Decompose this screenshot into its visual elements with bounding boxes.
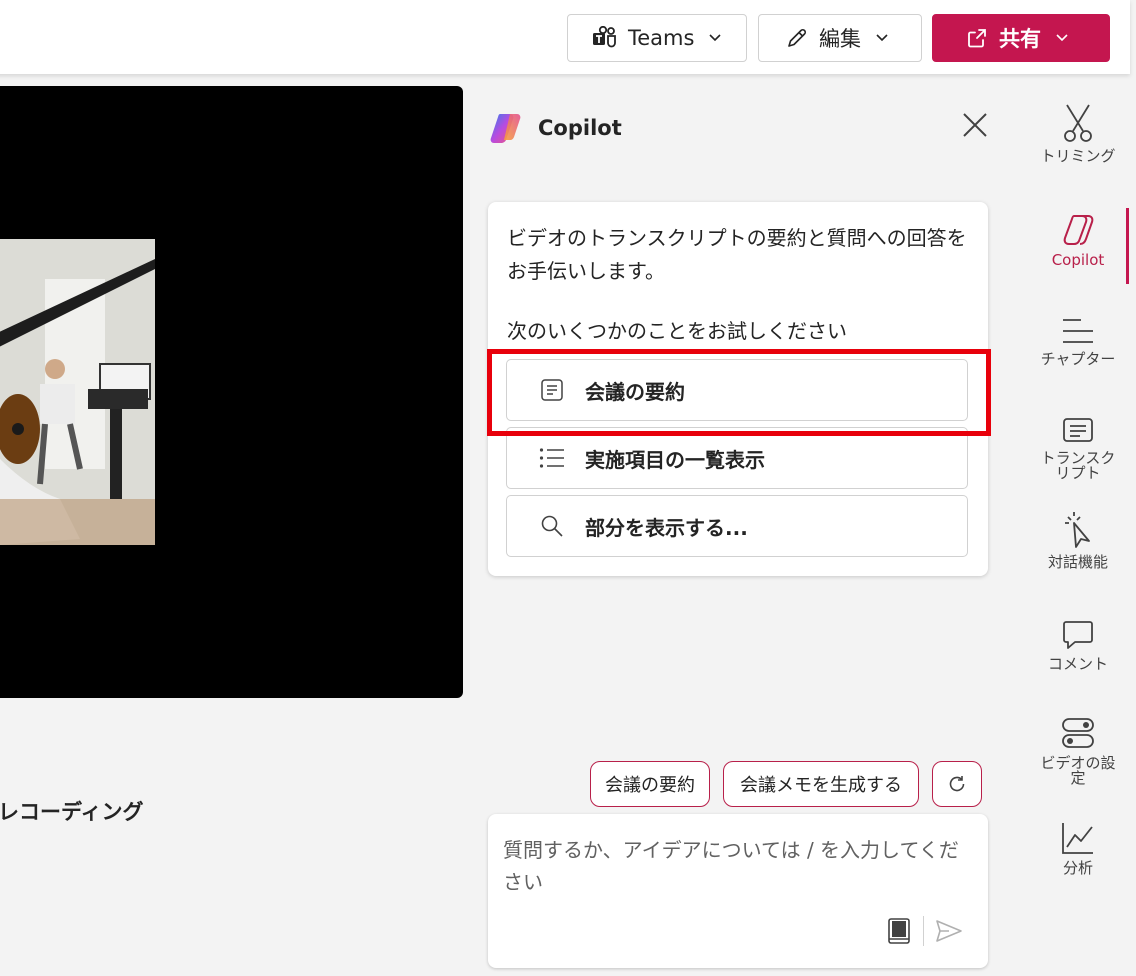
rail-item-analytics[interactable]: 分析: [1032, 815, 1124, 876]
rail-label: コメント: [1047, 655, 1108, 673]
rail-item-copilot[interactable]: Copilot: [1032, 207, 1124, 268]
refresh-prompts-button[interactable]: [932, 761, 982, 807]
chevron-down-icon: [875, 33, 889, 43]
send-icon: [935, 919, 963, 943]
transcript-icon: [1062, 405, 1094, 445]
close-panel-button[interactable]: [960, 110, 990, 140]
edit-label: 編集: [819, 27, 861, 51]
refresh-icon: [947, 774, 967, 794]
analytics-icon: [1061, 815, 1095, 855]
chip-generate-meeting-notes[interactable]: 会議メモを生成する: [723, 761, 919, 807]
rail-label: Copilot: [1051, 251, 1105, 269]
composer-divider: [923, 916, 924, 946]
video-settings-icon: [1061, 710, 1095, 750]
rail-item-video-settings[interactable]: ビデオの設定: [1032, 710, 1124, 786]
chip-meeting-summary[interactable]: 会議の要約: [590, 761, 710, 807]
bulleted-list-icon: [539, 447, 565, 469]
video-frame-image: [0, 239, 155, 545]
chevron-down-icon: [708, 33, 722, 43]
rail-item-interactivity[interactable]: 対話機能: [1032, 509, 1124, 570]
rail-label: ビデオの設定: [1040, 754, 1116, 787]
video-player[interactable]: [0, 86, 463, 698]
rail-item-trim[interactable]: トリミング: [1032, 103, 1124, 164]
copilot-logo-icon: [488, 110, 524, 146]
teams-share-button[interactable]: Teams: [567, 14, 747, 62]
copilot-intro-text: ビデオのトランスクリプトの要約と質問への回答をお手伝いします。: [507, 226, 967, 283]
copilot-header: Copilot: [488, 110, 622, 146]
rail-label: トリミング: [1040, 147, 1116, 165]
chat-composer: [488, 814, 988, 968]
send-button[interactable]: [933, 915, 965, 947]
search-icon: [539, 514, 565, 538]
recording-title: レコーディング: [0, 800, 144, 824]
copilot-question-input[interactable]: [501, 832, 975, 916]
share-button[interactable]: 共有: [932, 14, 1110, 62]
suggestion-action-items[interactable]: 実施項目の一覧表示: [506, 427, 968, 489]
chevron-down-icon: [1055, 33, 1069, 43]
rail-item-comments[interactable]: コメント: [1032, 611, 1124, 672]
share-icon: [965, 26, 989, 50]
rail-item-transcript[interactable]: トランスクリプト: [1032, 405, 1124, 481]
prompt-library-button[interactable]: [885, 915, 913, 947]
teams-icon: [592, 26, 618, 50]
edit-button[interactable]: 編集: [758, 14, 922, 62]
suggestion-label: 実施項目の一覧表示: [585, 447, 765, 472]
copilot-title: Copilot: [538, 116, 622, 140]
rail-label: 分析: [1062, 859, 1093, 877]
rail-item-chapters[interactable]: チャプター: [1032, 306, 1124, 367]
rail-label: チャプター: [1040, 350, 1116, 368]
teams-label: Teams: [628, 26, 695, 50]
try-suggestions-label: 次のいくつかのことをお試しください: [507, 319, 847, 343]
copilot-icon: [1060, 207, 1096, 247]
scissors-icon: [1061, 103, 1095, 143]
chapters-icon: [1061, 306, 1095, 346]
annotation-highlight-box: [487, 349, 991, 436]
pencil-icon: [785, 26, 809, 50]
suggestion-show-section[interactable]: 部分を表示する...: [506, 495, 968, 557]
book-icon: [887, 917, 911, 945]
close-icon: [962, 112, 988, 138]
rail-label: 対話機能: [1047, 553, 1108, 571]
comment-icon: [1062, 611, 1094, 651]
active-tab-indicator: [1126, 208, 1129, 284]
suggestion-label: 部分を表示する...: [585, 515, 748, 540]
share-label: 共有: [999, 27, 1041, 51]
interactivity-icon: [1062, 509, 1094, 549]
rail-label: トランスクリプト: [1040, 449, 1116, 482]
